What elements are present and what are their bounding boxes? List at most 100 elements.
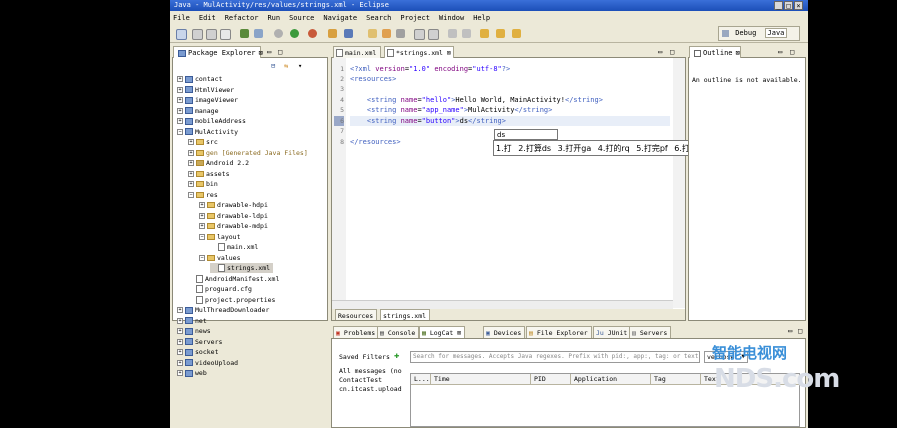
- maximize-button[interactable]: □: [784, 1, 793, 10]
- debug-icon[interactable]: [274, 29, 283, 38]
- column-header-level[interactable]: L...: [411, 374, 431, 384]
- minimize-view-icon[interactable]: ▭: [778, 48, 782, 56]
- tree-item[interactable]: + imageViewer: [177, 95, 238, 105]
- expand-icon[interactable]: +: [188, 170, 194, 177]
- expand-icon[interactable]: +: [188, 160, 194, 166]
- external-tools-icon[interactable]: [308, 29, 317, 38]
- minimize-view-icon[interactable]: ▭: [267, 48, 271, 56]
- ime-candidate[interactable]: 2.打算ds: [518, 144, 551, 153]
- android-avd-icon[interactable]: [254, 29, 263, 38]
- open-task-icon[interactable]: [382, 29, 391, 38]
- column-header-application[interactable]: Application: [571, 374, 651, 384]
- expand-icon[interactable]: +: [199, 223, 205, 229]
- tree-item[interactable]: + Android 2.2: [188, 158, 249, 168]
- tree-item[interactable]: + mobileAddress: [177, 116, 246, 126]
- tree-item[interactable]: − layout: [199, 232, 240, 242]
- expand-icon[interactable]: +: [177, 107, 183, 114]
- annotation-icon[interactable]: [428, 29, 439, 40]
- tab-outline[interactable]: Outline ⊠: [689, 46, 741, 58]
- tree-item[interactable]: + videoUpload: [177, 358, 238, 368]
- last-edit-icon[interactable]: [480, 29, 489, 38]
- view-menu-icon[interactable]: ▾: [298, 62, 302, 70]
- expand-icon[interactable]: +: [177, 338, 183, 345]
- minimize-button[interactable]: _: [774, 1, 783, 10]
- expand-icon[interactable]: +: [199, 202, 205, 208]
- expand-icon[interactable]: +: [177, 97, 183, 103]
- tree-item[interactable]: − MulActivity: [177, 127, 238, 137]
- toggle-mark-icon[interactable]: [414, 29, 425, 40]
- ime-candidate[interactable]: 5.打完pf: [636, 144, 668, 153]
- tree-item[interactable]: + Servers: [177, 337, 222, 347]
- open-perspective-icon[interactable]: [722, 29, 729, 37]
- code-area[interactable]: <?xml version="1.0" encoding="utf-8"?> <…: [346, 58, 673, 308]
- ime-candidate[interactable]: 3.打开ga: [558, 144, 592, 153]
- menu-source[interactable]: Source: [289, 12, 314, 24]
- column-header-tag[interactable]: Tag: [651, 374, 701, 384]
- tree-item[interactable]: + contact: [177, 74, 222, 84]
- tab-console[interactable]: ▤ Console: [377, 326, 420, 338]
- tab-servers[interactable]: ▥ Servers: [629, 326, 672, 338]
- minimize-view-icon[interactable]: ▭: [788, 327, 792, 335]
- column-header-pid[interactable]: PID: [531, 374, 571, 384]
- tab-main-xml[interactable]: main.xml: [333, 46, 381, 58]
- new-icon[interactable]: [176, 29, 187, 40]
- tree-item[interactable]: + drawable-hdpi: [199, 200, 268, 210]
- save-all-icon[interactable]: [206, 29, 217, 40]
- logcat-search-input[interactable]: Search for messages. Accepts Java regexe…: [410, 351, 700, 363]
- collapse-icon[interactable]: −: [199, 254, 205, 261]
- expand-icon[interactable]: +: [188, 139, 194, 145]
- android-sdk-icon[interactable]: [240, 29, 249, 38]
- perspective-java[interactable]: Java: [764, 28, 788, 38]
- expand-icon[interactable]: +: [177, 118, 183, 124]
- expand-icon[interactable]: +: [177, 328, 183, 334]
- column-header-time[interactable]: Time: [431, 374, 531, 384]
- tree-item[interactable]: + assets: [188, 169, 229, 179]
- maximize-view-icon[interactable]: □: [798, 327, 802, 335]
- menu-project[interactable]: Project: [400, 12, 430, 24]
- expand-icon[interactable]: +: [177, 359, 183, 366]
- tree-item[interactable]: + drawable-ldpi: [199, 211, 268, 221]
- expand-icon[interactable]: +: [199, 212, 205, 219]
- expand-icon[interactable]: +: [188, 181, 194, 187]
- tree-item[interactable]: − values: [199, 253, 240, 263]
- print-icon[interactable]: [220, 29, 231, 40]
- tab-junit[interactable]: Ju JUnit: [593, 326, 632, 338]
- ime-candidate[interactable]: 4.打的rq: [598, 144, 630, 153]
- menu-window[interactable]: Window: [439, 12, 464, 24]
- tree-item[interactable]: project.properties: [188, 295, 275, 305]
- forward-icon[interactable]: [512, 29, 521, 38]
- menu-navigate[interactable]: Navigate: [323, 12, 357, 24]
- menu-help[interactable]: Help: [473, 12, 490, 24]
- prev-annotation-icon[interactable]: [462, 29, 471, 38]
- filter-item[interactable]: ContactTest: [339, 376, 403, 384]
- collapse-icon[interactable]: −: [177, 128, 183, 135]
- run-icon[interactable]: [290, 29, 299, 38]
- tree-item[interactable]: + news: [177, 326, 211, 336]
- close-icon[interactable]: ⊠: [736, 49, 740, 57]
- tab-strings-xml[interactable]: strings.xml: [380, 309, 431, 320]
- tab-strings-xml-editor[interactable]: *strings.xml ⊠: [384, 46, 454, 58]
- new-java-project-icon[interactable]: [328, 29, 337, 38]
- maximize-view-icon[interactable]: □: [790, 48, 794, 56]
- add-filter-icon[interactable]: ✚: [394, 352, 399, 361]
- tree-item[interactable]: strings.xml: [210, 263, 274, 273]
- tree-item[interactable]: + bin: [188, 179, 218, 189]
- close-icon[interactable]: ⊠: [457, 329, 461, 337]
- maximize-view-icon[interactable]: □: [278, 48, 282, 56]
- tree-item[interactable]: + src: [188, 137, 218, 147]
- close-icon[interactable]: ⊠: [447, 49, 451, 57]
- tree-item[interactable]: + web: [177, 368, 207, 378]
- tree-item[interactable]: + gen [Generated Java Files]: [188, 148, 308, 158]
- tab-package-explorer[interactable]: Package Explorer ⊠: [173, 46, 263, 58]
- tab-devices[interactable]: ▣ Devices: [483, 326, 526, 338]
- search-icon[interactable]: [396, 29, 405, 38]
- collapse-icon[interactable]: −: [188, 191, 194, 198]
- editor-horizontal-scrollbar[interactable]: [332, 300, 673, 309]
- expand-icon[interactable]: +: [177, 317, 183, 324]
- save-icon[interactable]: [192, 29, 203, 40]
- open-type-icon[interactable]: [368, 29, 377, 38]
- tab-problems[interactable]: ▣ Problems: [333, 326, 380, 338]
- link-editor-icon[interactable]: ⇆: [284, 62, 288, 70]
- tab-logcat[interactable]: ▦ LogCat ⊠: [419, 326, 466, 338]
- menu-refactor[interactable]: Refactor: [225, 12, 259, 24]
